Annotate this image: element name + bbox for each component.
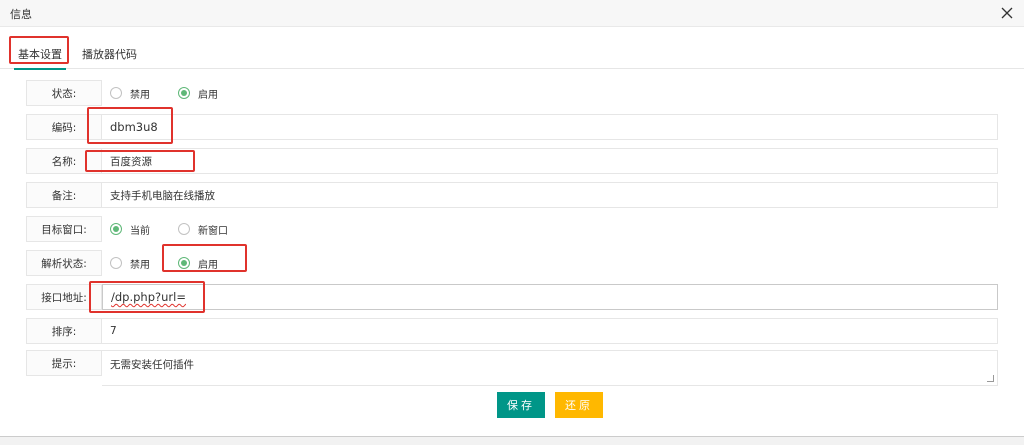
radio-label: 禁用	[130, 89, 150, 101]
tab-bar: 基本设置 播放器代码	[0, 26, 1024, 70]
radio-label: 启用	[198, 89, 218, 101]
sort-input[interactable]: 7	[102, 318, 998, 344]
code-input[interactable]: dbm3u8	[102, 114, 998, 140]
parse-status-radio-group: 禁用 启用	[110, 250, 246, 276]
dialog-titlebar: 信息	[0, 0, 1024, 27]
radio-icon	[110, 257, 122, 269]
target-window-label: 目标窗口:	[26, 216, 102, 242]
tab-player-code[interactable]: 播放器代码	[82, 46, 137, 62]
close-button[interactable]	[996, 2, 1018, 24]
parse-option-disabled[interactable]: 禁用	[110, 256, 150, 271]
dialog-title: 信息	[10, 8, 32, 21]
radio-checked-icon	[178, 257, 190, 269]
close-icon	[1001, 7, 1013, 19]
status-option-enabled[interactable]: 启用	[178, 86, 218, 101]
tip-label: 提示:	[26, 350, 102, 376]
api-url-value: /dp.php?url=	[111, 290, 186, 304]
radio-checked-icon	[110, 223, 122, 235]
tip-textarea[interactable]: 无需安装任何插件	[102, 350, 998, 386]
code-label: 编码:	[26, 114, 102, 140]
target-option-current[interactable]: 当前	[110, 222, 150, 237]
status-option-disabled[interactable]: 禁用	[110, 86, 150, 101]
name-label: 名称:	[26, 148, 102, 174]
resize-handle-icon[interactable]	[987, 375, 994, 382]
parse-option-enabled[interactable]: 启用	[178, 256, 218, 271]
name-input[interactable]: 百度资源	[102, 148, 998, 174]
remark-input[interactable]: 支持手机电脑在线播放	[102, 182, 998, 208]
radio-checked-icon	[178, 87, 190, 99]
radio-label: 新窗口	[198, 225, 228, 237]
status-radio-group: 禁用 启用	[110, 80, 246, 106]
radio-label: 启用	[198, 259, 218, 271]
sort-label: 排序:	[26, 318, 102, 344]
radio-icon	[178, 223, 190, 235]
remark-label: 备注:	[26, 182, 102, 208]
save-button[interactable]: 保存	[497, 392, 545, 418]
target-window-radio-group: 当前 新窗口	[110, 216, 256, 242]
tab-basic-settings[interactable]: 基本设置	[14, 46, 66, 70]
reset-button[interactable]: 还原	[555, 392, 603, 418]
radio-icon	[110, 87, 122, 99]
api-url-label: 接口地址:	[26, 284, 102, 310]
radio-label: 禁用	[130, 259, 150, 271]
tip-value: 无需安装任何插件	[110, 359, 194, 371]
target-option-new-window[interactable]: 新窗口	[178, 222, 228, 237]
radio-label: 当前	[130, 225, 150, 237]
parse-status-label: 解析状态:	[26, 250, 102, 276]
status-label: 状态:	[26, 80, 102, 106]
api-url-input[interactable]: /dp.php?url=	[102, 284, 998, 310]
